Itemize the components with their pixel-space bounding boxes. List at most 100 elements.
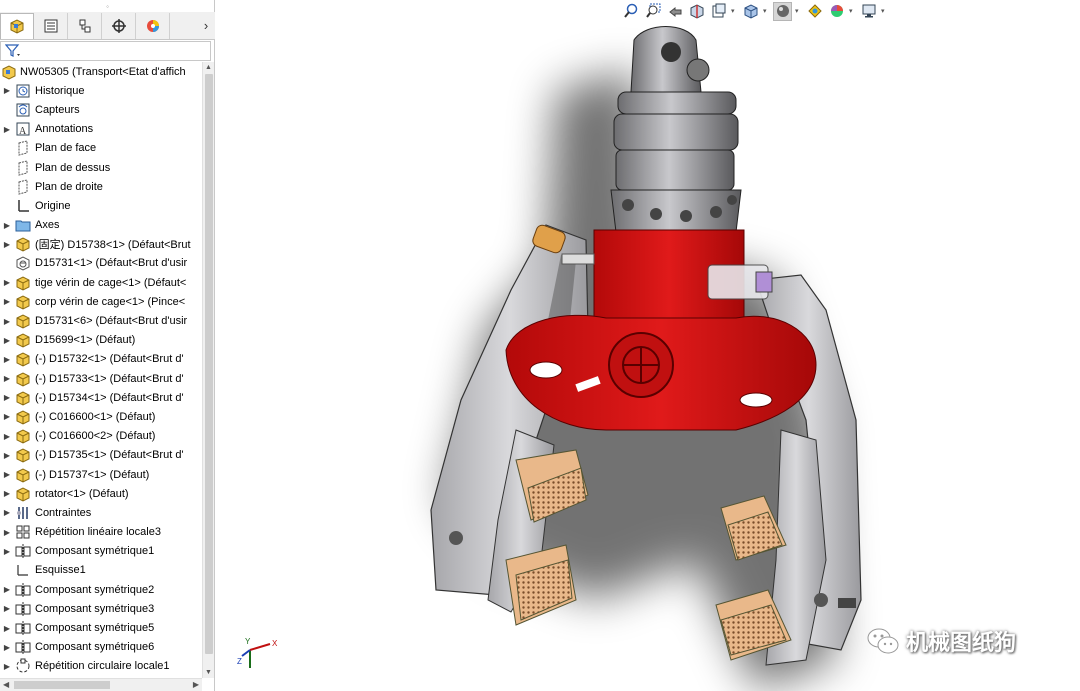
assembly-icon [0, 64, 18, 80]
part-icon [14, 275, 32, 291]
scroll-up-icon[interactable]: ▲ [205, 64, 212, 71]
expand-arrow-icon[interactable]: ▶ [0, 221, 14, 230]
tree-item-label: (-) C016600<1> (Défaut) [35, 410, 156, 423]
tree-item[interactable]: Plan de dessus [0, 158, 202, 177]
tree-item[interactable]: ▶ Composant symétrique5 [0, 618, 202, 637]
tree-item[interactable]: ▶ (-) C016600<2> (Défaut) [0, 427, 202, 446]
expand-arrow-icon[interactable]: ▶ [0, 643, 14, 652]
annotations-icon: A [14, 121, 32, 137]
tree-item[interactable]: ▶ Composant symétrique2 [0, 580, 202, 599]
rotator [610, 26, 742, 233]
tree-item[interactable]: ▶ (-) D15737<1> (Défaut) [0, 465, 202, 484]
tree-item[interactable]: ▶ Répétition linéaire locale3 [0, 523, 202, 542]
scroll-right-icon[interactable]: ▶ [193, 680, 199, 689]
expand-arrow-icon[interactable]: ▶ [0, 624, 14, 633]
part-edit-icon [14, 255, 32, 272]
tree-item[interactable]: ▶ A Annotations [0, 120, 202, 139]
expand-arrow-icon[interactable]: ▶ [0, 412, 14, 421]
tree-item[interactable]: ▶ Contraintes [0, 503, 202, 522]
tree-item-label: Esquisse1 [35, 564, 86, 577]
tree-item[interactable]: ▶ Composant symétrique3 [0, 599, 202, 618]
tree-item[interactable]: ▶ (-) D15734<1> (Défaut<Brut d' [0, 388, 202, 407]
tree-item[interactable]: ▶ (-) D15735<1> (Défaut<Brut d' [0, 446, 202, 465]
tree-item[interactable]: ▶ tige vérin de cage<1> (Défaut< [0, 273, 202, 292]
expand-arrow-icon[interactable]: ▶ [0, 489, 14, 498]
tree-item[interactable]: Esquisse1 [0, 561, 202, 580]
graphics-area[interactable]: ▾ ▾ ▾ ▾ ▾ X Y Z 机械图纸狗 [216, 0, 1080, 691]
part-icon [14, 332, 32, 348]
tab-displaymanager[interactable] [136, 12, 170, 39]
sensor-icon [14, 102, 32, 118]
expand-arrow-icon[interactable]: ▶ [0, 508, 14, 517]
expand-arrow-icon[interactable]: ▶ [0, 240, 14, 249]
expand-arrow-icon[interactable]: ▶ [0, 86, 14, 95]
tree-item-label: (-) D15732<1> (Défaut<Brut d' [35, 353, 184, 366]
tree-item[interactable]: ▶ D15731<6> (Défaut<Brut d'usir [0, 311, 202, 330]
expand-arrow-icon[interactable]: ▶ [0, 278, 14, 287]
tree-item[interactable]: ▶ Répétition circulaire locale1 [0, 657, 202, 676]
expand-arrow-icon[interactable]: ▶ [0, 662, 14, 671]
origin-icon [14, 198, 32, 214]
tree-item[interactable]: ▶ Composant symétrique1 [0, 542, 202, 561]
filter-icon[interactable] [5, 44, 21, 58]
tree-filter[interactable] [0, 41, 211, 61]
tree-horizontal-scrollbar[interactable]: ◀ ▶ [0, 678, 202, 691]
more-tabs-button[interactable]: › [197, 18, 215, 33]
tree-item-label: (-) D15733<1> (Défaut<Brut d' [35, 372, 184, 385]
tree-item-label: Axes [35, 219, 60, 232]
expand-arrow-icon[interactable]: ▶ [0, 470, 14, 479]
expand-arrow-icon[interactable]: ▶ [0, 317, 14, 326]
part-icon [14, 294, 32, 310]
tree-item[interactable]: Origine [0, 196, 202, 215]
tree-item[interactable]: ▶ (-) D15732<1> (Défaut<Brut d' [0, 350, 202, 369]
scroll-down-icon[interactable]: ▼ [205, 669, 212, 676]
part-icon [14, 313, 32, 329]
tab-featuremanager[interactable] [0, 12, 34, 39]
configurationmanager-icon [79, 19, 90, 32]
tree-item[interactable]: Plan de face [0, 139, 202, 158]
tree-item[interactable]: ▶ Historique [0, 81, 202, 100]
tree-item-label: Composant symétrique5 [35, 622, 155, 635]
expand-arrow-icon[interactable]: ▶ [0, 393, 14, 402]
tree-item[interactable]: ▶ rotator<1> (Défaut) [0, 484, 202, 503]
expand-arrow-icon[interactable]: ▶ [0, 528, 14, 537]
expand-arrow-icon[interactable]: ▶ [0, 374, 14, 383]
tree-item[interactable]: ▶ (-) D15733<1> (Défaut<Brut d' [0, 369, 202, 388]
scroll-thumb[interactable] [205, 74, 213, 654]
tree-item[interactable]: ▶ (固定) D15738<1> (Défaut<Brut [0, 235, 202, 254]
tree-item[interactable]: ▶ Composant symétrique6 [0, 638, 202, 657]
expand-arrow-icon[interactable]: ▶ [0, 547, 14, 556]
tree-vertical-scrollbar[interactable]: ▲ ▼ [202, 62, 214, 678]
tree-item[interactable]: ▶ corp vérin de cage<1> (Pince< [0, 292, 202, 311]
expand-arrow-icon[interactable]: ▶ [0, 297, 14, 306]
model-grapple-render[interactable] [216, 0, 1080, 691]
expand-arrow-icon[interactable]: ▶ [0, 451, 14, 460]
expand-arrow-icon[interactable]: ▶ [0, 432, 14, 441]
tab-propertymanager[interactable] [34, 12, 68, 39]
svg-text:A: A [19, 126, 27, 137]
part-icon [14, 447, 32, 463]
part-icon [14, 371, 32, 387]
tab-dimxpertmanager[interactable] [102, 12, 136, 39]
expand-arrow-icon[interactable]: ▶ [0, 355, 14, 364]
expand-arrow-icon[interactable]: ▶ [0, 125, 14, 134]
tree-item-label: Plan de face [35, 142, 97, 155]
tree-item-label: Plan de droite [35, 180, 103, 193]
tree-root[interactable]: NW05305 (Transport<Etat d'affich [0, 62, 202, 81]
panel-grip[interactable]: ◦ [0, 0, 215, 12]
tab-configurationmanager[interactable] [68, 12, 102, 39]
part-icon [14, 390, 32, 406]
tree-item[interactable]: Plan de droite [0, 177, 202, 196]
tree-item[interactable]: ▶ (-) C016600<1> (Défaut) [0, 407, 202, 426]
hscroll-thumb[interactable] [14, 681, 110, 689]
tree-item[interactable]: Capteurs [0, 100, 202, 119]
tree-item[interactable]: ▶ Axes [0, 216, 202, 235]
expand-arrow-icon[interactable]: ▶ [0, 604, 14, 613]
tree-item[interactable]: ▶ D15699<1> (Défaut) [0, 331, 202, 350]
tree-item[interactable]: D15731<1> (Défaut<Brut d'usir [0, 254, 202, 273]
mirror-component-icon [14, 601, 32, 617]
tree-item-label: (固定) D15738<1> (Défaut<Brut [35, 239, 191, 252]
expand-arrow-icon[interactable]: ▶ [0, 585, 14, 594]
scroll-left-icon[interactable]: ◀ [3, 680, 9, 689]
expand-arrow-icon[interactable]: ▶ [0, 336, 14, 345]
